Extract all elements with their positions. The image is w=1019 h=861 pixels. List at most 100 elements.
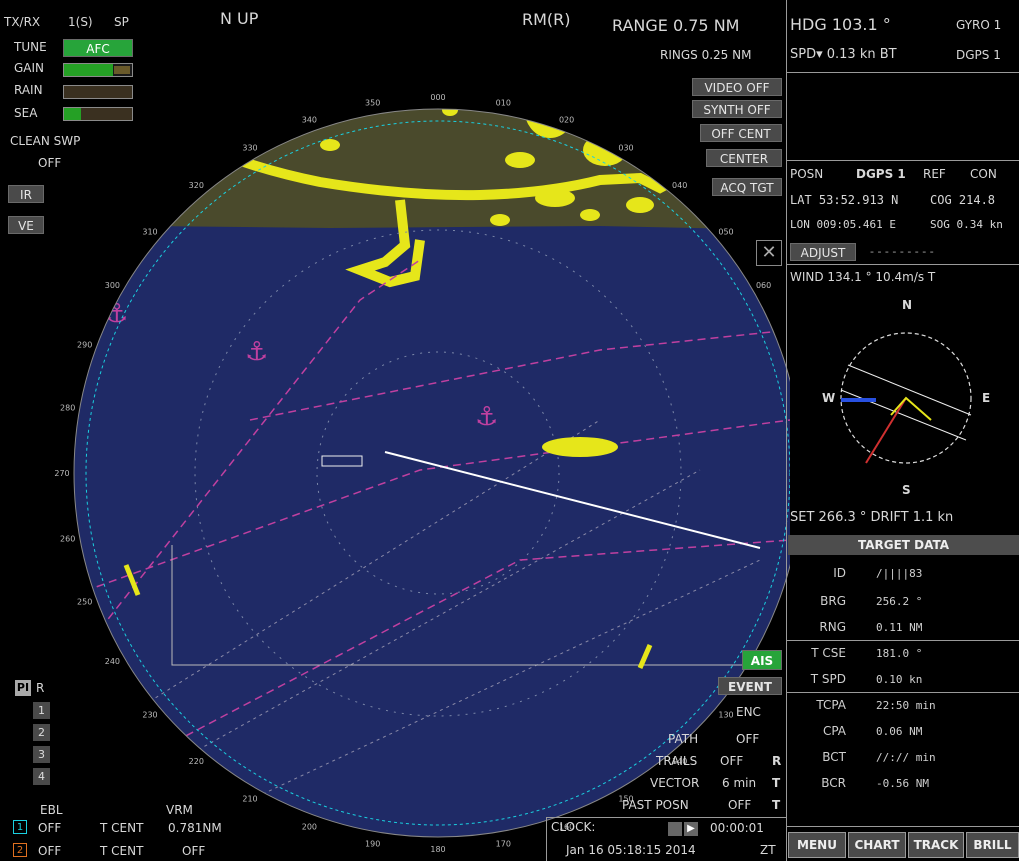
center-button[interactable]: CENTER: [706, 149, 782, 167]
ir-button[interactable]: IR: [8, 185, 44, 203]
gain-slider[interactable]: [63, 63, 133, 77]
sea-slider[interactable]: [63, 107, 133, 121]
synth-off-button[interactable]: SYNTH OFF: [692, 100, 782, 118]
wind-south: S: [902, 483, 911, 497]
txrx-label[interactable]: TX/RX: [4, 15, 40, 29]
speed-source[interactable]: DGPS 1: [956, 48, 1001, 62]
bearing-label: 020: [559, 116, 574, 125]
video-off-button[interactable]: VIDEO OFF: [692, 78, 782, 96]
target-field-label: RNG: [819, 620, 846, 634]
date-time: Jan 16 05:18:15 2014: [566, 843, 696, 857]
posn-source[interactable]: DGPS 1: [856, 167, 906, 181]
trails-mode[interactable]: R: [772, 754, 781, 768]
acq-tgt-button[interactable]: ACQ TGT: [712, 178, 782, 196]
target-field-value: 22:50 min: [876, 699, 936, 712]
sp-label[interactable]: SP: [114, 15, 129, 29]
bearing-label: 330: [242, 143, 257, 152]
target-field-value: 181.0 °: [876, 647, 923, 660]
target-echo-east: [542, 437, 618, 457]
anchor-symbol-1: ⚓: [105, 299, 128, 329]
trails-value[interactable]: OFF: [720, 754, 743, 768]
vrm-1-value[interactable]: 0.781NM: [168, 821, 222, 835]
divider: [786, 264, 1019, 265]
ebl-label: EBL: [40, 803, 63, 817]
ais-button[interactable]: AIS: [742, 650, 782, 670]
tune-afc-button[interactable]: AFC: [63, 39, 133, 57]
bearing-label: 240: [105, 657, 120, 666]
pi-line-4[interactable]: 4: [33, 768, 50, 785]
channel-label[interactable]: 1(S): [68, 15, 93, 29]
bearing-label: 260: [60, 534, 75, 543]
adjust-button[interactable]: ADJUST: [790, 243, 856, 261]
menu-button[interactable]: MENU: [788, 832, 846, 858]
play-icon[interactable]: ▶: [684, 822, 698, 836]
gyro-source[interactable]: GYRO 1: [956, 18, 1001, 32]
adjust-dashes: - - - - - - - - -: [870, 245, 934, 258]
ve-button[interactable]: VE: [8, 216, 44, 234]
wind-rose-line: [847, 364, 972, 416]
ebl-2-mode[interactable]: T CENT: [100, 844, 143, 858]
path-value[interactable]: OFF: [736, 732, 759, 746]
event-button[interactable]: EVENT: [718, 677, 782, 695]
stop-icon[interactable]: [668, 822, 682, 836]
pi-line-1[interactable]: 1: [33, 702, 50, 719]
sea-fill: [64, 108, 81, 120]
bearing-label: 010: [496, 99, 511, 108]
anchor-symbol-2: ⚓: [245, 337, 268, 367]
bearing-label: 180: [430, 845, 445, 854]
heading-display: HDG 103.1 °: [790, 15, 891, 34]
wind-west: W: [822, 391, 836, 405]
off-cent-button[interactable]: OFF CENT: [700, 124, 782, 142]
clean-swp-value[interactable]: OFF: [38, 156, 61, 170]
enc-button[interactable]: ENC: [736, 705, 761, 719]
ship-vector: [890, 396, 932, 421]
bearing-label: 220: [189, 757, 204, 766]
rain-label: RAIN: [14, 83, 43, 97]
alarm-mute-icon[interactable]: ✕: [756, 240, 782, 266]
ref-label[interactable]: REF: [923, 167, 946, 181]
target-field-value: 0.06 NM: [876, 725, 923, 738]
orientation-mode[interactable]: N UP: [220, 9, 258, 28]
con-label[interactable]: CON: [970, 167, 997, 181]
track-button[interactable]: TRACK: [908, 832, 964, 858]
sea-label: SEA: [14, 106, 38, 120]
rain-slider[interactable]: [63, 85, 133, 99]
ebl-2-state[interactable]: OFF: [38, 844, 61, 858]
land-area: [74, 109, 790, 230]
target-field-value: -0.56 NM: [876, 777, 929, 790]
target-field-value: 0.10 kn: [876, 673, 923, 686]
bearing-label: 050: [718, 227, 733, 236]
tune-label: TUNE: [14, 40, 47, 54]
bearing-label: 210: [242, 795, 257, 804]
bearing-label: 300: [105, 281, 120, 290]
cog: COG 214.8: [930, 193, 996, 207]
ebl-1-select[interactable]: 1: [13, 820, 27, 834]
pi-toggle[interactable]: PI: [15, 680, 31, 696]
brill-button[interactable]: BRILL: [966, 832, 1019, 858]
vrm-2-value[interactable]: OFF: [182, 844, 205, 858]
past-posn-mode[interactable]: T: [772, 798, 780, 812]
sog: SOG 0.34 kn: [930, 218, 1003, 231]
ebl-1-mode[interactable]: T CENT: [100, 821, 143, 835]
pi-line-3[interactable]: 3: [33, 746, 50, 763]
motion-mode[interactable]: RM(R): [522, 10, 571, 29]
clean-swp-label: CLEAN SWP: [10, 134, 81, 148]
pi-r-label[interactable]: R: [36, 681, 44, 695]
range-display[interactable]: RANGE 0.75 NM: [612, 16, 739, 35]
bearing-label: 190: [365, 839, 380, 848]
vector-label: VECTOR: [650, 776, 700, 790]
timer-display: 00:00:01: [710, 821, 764, 835]
posn-label: POSN: [790, 167, 824, 181]
pi-line-2[interactable]: 2: [33, 724, 50, 741]
chart-button[interactable]: CHART: [848, 832, 906, 858]
vector-value[interactable]: 6 min: [722, 776, 756, 790]
ebl-1-state[interactable]: OFF: [38, 821, 61, 835]
wind-display: WIND 134.1 ° 10.4m/s T: [790, 270, 936, 284]
divider: [786, 826, 1019, 827]
ebl-2-select[interactable]: 2: [13, 843, 27, 857]
wind-rose-line: [840, 389, 967, 441]
path-label: PATH: [668, 732, 699, 746]
past-posn-value[interactable]: OFF: [728, 798, 751, 812]
vector-mode[interactable]: T: [772, 776, 780, 790]
latitude: LAT 53:52.913 N: [790, 193, 899, 207]
